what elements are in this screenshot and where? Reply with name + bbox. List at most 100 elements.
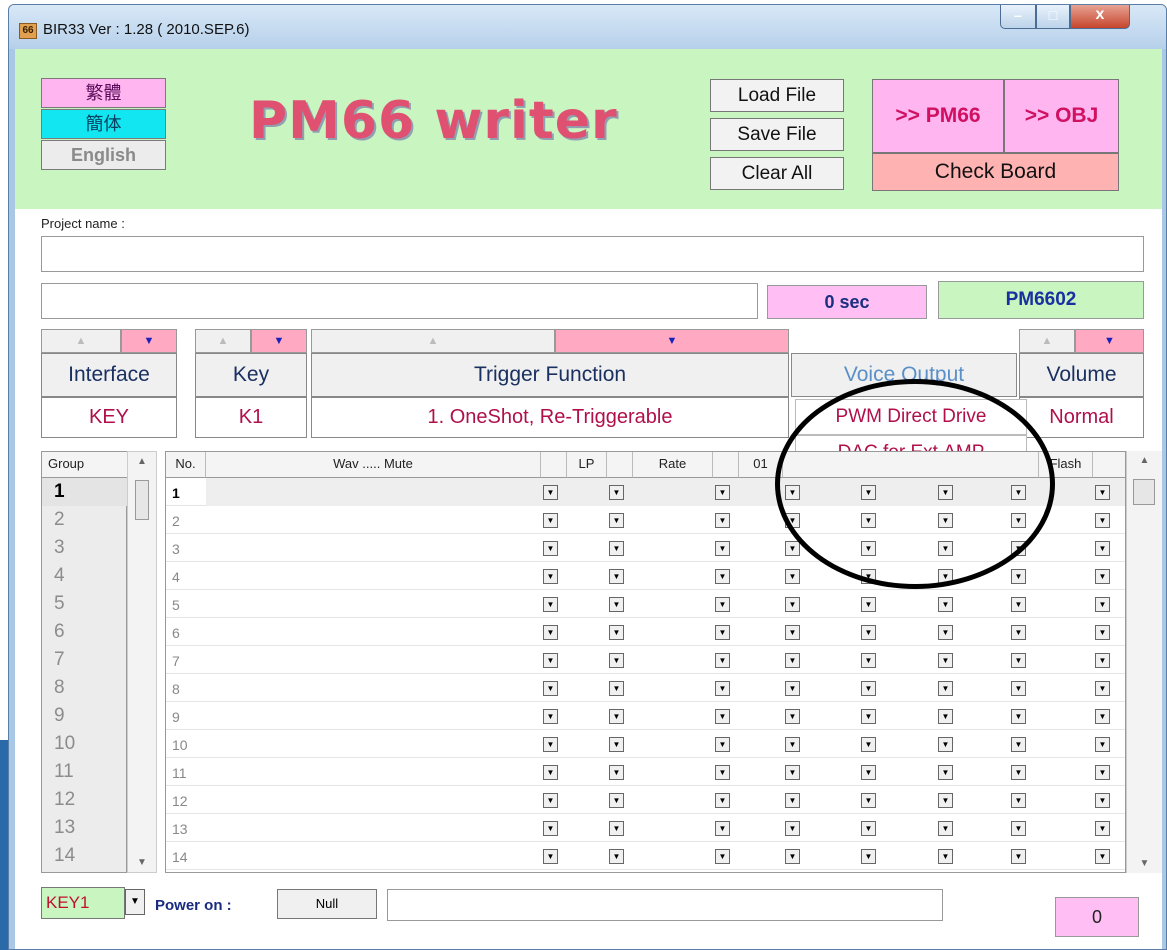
cell-dropdown-icon[interactable]: ▼ <box>1011 541 1026 556</box>
cell-dropdown-icon[interactable]: ▼ <box>1011 849 1026 864</box>
scroll-thumb[interactable] <box>1133 479 1155 505</box>
cell-dropdown-icon[interactable]: ▼ <box>715 821 730 836</box>
cell-dropdown-icon[interactable]: ▼ <box>715 709 730 724</box>
cell-dropdown-icon[interactable]: ▼ <box>543 765 558 780</box>
group-item[interactable]: 12 <box>42 786 128 814</box>
cell-dropdown-icon[interactable]: ▼ <box>861 737 876 752</box>
cell-dropdown-icon[interactable]: ▼ <box>938 569 953 584</box>
volume-up-arrow[interactable]: ▲ <box>1019 329 1075 353</box>
group-item[interactable]: 9 <box>42 702 128 730</box>
cell-dropdown-icon[interactable]: ▼ <box>938 653 953 668</box>
cell-dropdown-icon[interactable]: ▼ <box>609 569 624 584</box>
group-item[interactable]: 3 <box>42 534 128 562</box>
cell-dropdown-icon[interactable]: ▼ <box>938 765 953 780</box>
cell-dropdown-icon[interactable]: ▼ <box>609 793 624 808</box>
key-select-dropdown-icon[interactable]: ▼ <box>125 889 145 915</box>
cell-dropdown-icon[interactable]: ▼ <box>1095 765 1110 780</box>
cell-dropdown-icon[interactable]: ▼ <box>1095 821 1110 836</box>
cell-dropdown-icon[interactable]: ▼ <box>1095 793 1110 808</box>
cell-dropdown-icon[interactable]: ▼ <box>861 597 876 612</box>
cell-dropdown-icon[interactable]: ▼ <box>715 569 730 584</box>
group-item[interactable]: 11 <box>42 758 128 786</box>
cell-dropdown-icon[interactable]: ▼ <box>715 681 730 696</box>
cell-dropdown-icon[interactable]: ▼ <box>1095 541 1110 556</box>
voice-option-pwm[interactable]: PWM Direct Drive <box>795 399 1027 435</box>
cell-dropdown-icon[interactable]: ▼ <box>861 569 876 584</box>
cell-dropdown-icon[interactable]: ▼ <box>861 541 876 556</box>
cell-dropdown-icon[interactable]: ▼ <box>543 681 558 696</box>
cell-dropdown-icon[interactable]: ▼ <box>785 653 800 668</box>
cell-dropdown-icon[interactable]: ▼ <box>785 569 800 584</box>
cell-dropdown-icon[interactable]: ▼ <box>861 653 876 668</box>
group-scrollbar[interactable]: ▲ ▼ <box>127 451 157 873</box>
cell-dropdown-icon[interactable]: ▼ <box>785 709 800 724</box>
cell-dropdown-icon[interactable]: ▼ <box>1011 765 1026 780</box>
cell-dropdown-icon[interactable]: ▼ <box>715 597 730 612</box>
cell-dropdown-icon[interactable]: ▼ <box>543 541 558 556</box>
cell-dropdown-icon[interactable]: ▼ <box>861 765 876 780</box>
group-item[interactable]: 14 <box>42 842 128 870</box>
scroll-up-icon[interactable]: ▲ <box>1127 455 1162 466</box>
cell-dropdown-icon[interactable]: ▼ <box>543 485 558 500</box>
cell-dropdown-icon[interactable]: ▼ <box>609 849 624 864</box>
cell-dropdown-icon[interactable]: ▼ <box>1095 597 1110 612</box>
cell-dropdown-icon[interactable]: ▼ <box>861 709 876 724</box>
table-row[interactable]: 10 ▼ ▼ ▼ ▼ ▼ ▼ ▼ ▼ <box>166 730 1125 758</box>
cell-dropdown-icon[interactable]: ▼ <box>1011 793 1026 808</box>
cell-dropdown-icon[interactable]: ▼ <box>609 597 624 612</box>
scroll-thumb[interactable] <box>135 480 149 520</box>
group-item[interactable]: 10 <box>42 730 128 758</box>
cell-dropdown-icon[interactable]: ▼ <box>1095 569 1110 584</box>
table-row[interactable]: 9 ▼ ▼ ▼ ▼ ▼ ▼ ▼ ▼ <box>166 702 1125 730</box>
cell-dropdown-icon[interactable]: ▼ <box>1011 597 1026 612</box>
maximize-button[interactable]: □ <box>1036 5 1070 29</box>
cell-dropdown-icon[interactable]: ▼ <box>543 737 558 752</box>
volume-down-arrow[interactable]: ▼ <box>1075 329 1144 353</box>
cell-dropdown-icon[interactable]: ▼ <box>543 849 558 864</box>
cell-dropdown-icon[interactable]: ▼ <box>609 681 624 696</box>
group-item[interactable]: 13 <box>42 814 128 842</box>
cell-dropdown-icon[interactable]: ▼ <box>1011 569 1026 584</box>
cell-dropdown-icon[interactable]: ▼ <box>1011 485 1026 500</box>
cell-dropdown-icon[interactable]: ▼ <box>938 793 953 808</box>
interface-up-arrow[interactable]: ▲ <box>41 329 121 353</box>
write-obj-button[interactable]: >> OBJ <box>1004 79 1119 153</box>
cell-dropdown-icon[interactable]: ▼ <box>609 653 624 668</box>
cell-dropdown-icon[interactable]: ▼ <box>543 569 558 584</box>
check-board-button[interactable]: Check Board <box>872 153 1119 191</box>
cell-dropdown-icon[interactable]: ▼ <box>715 485 730 500</box>
cell-dropdown-icon[interactable]: ▼ <box>543 625 558 640</box>
table-row[interactable]: 1 ▼ ▼ ▼ ▼ ▼ ▼ ▼ ▼ <box>166 478 1125 506</box>
load-file-button[interactable]: Load File <box>710 79 844 112</box>
cell-dropdown-icon[interactable]: ▼ <box>785 821 800 836</box>
cell-dropdown-icon[interactable]: ▼ <box>609 821 624 836</box>
cell-dropdown-icon[interactable]: ▼ <box>785 849 800 864</box>
group-item[interactable]: 1 <box>42 478 128 506</box>
cell-dropdown-icon[interactable]: ▼ <box>543 709 558 724</box>
lang-simplified-button[interactable]: 簡体 <box>41 109 166 139</box>
table-row[interactable]: 4 ▼ ▼ ▼ ▼ ▼ ▼ ▼ ▼ <box>166 562 1125 590</box>
interface-value[interactable]: KEY <box>41 397 177 438</box>
cell-dropdown-icon[interactable]: ▼ <box>609 541 624 556</box>
table-row[interactable]: 7 ▼ ▼ ▼ ▼ ▼ ▼ ▼ ▼ <box>166 646 1125 674</box>
interface-down-arrow[interactable]: ▼ <box>121 329 177 353</box>
cell-dropdown-icon[interactable]: ▼ <box>785 625 800 640</box>
volume-value[interactable]: Normal <box>1019 397 1144 438</box>
cell-dropdown-icon[interactable]: ▼ <box>938 513 953 528</box>
project-name-input[interactable] <box>41 236 1144 272</box>
table-row[interactable]: 11 ▼ ▼ ▼ ▼ ▼ ▼ ▼ ▼ <box>166 758 1125 786</box>
table-row[interactable]: 2 ▼ ▼ ▼ ▼ ▼ ▼ ▼ ▼ <box>166 506 1125 534</box>
cell-dropdown-icon[interactable]: ▼ <box>861 513 876 528</box>
table-row[interactable]: 14 ▼ ▼ ▼ ▼ ▼ ▼ ▼ ▼ <box>166 842 1125 870</box>
cell-dropdown-icon[interactable]: ▼ <box>543 597 558 612</box>
table-row[interactable]: 13 ▼ ▼ ▼ ▼ ▼ ▼ ▼ ▼ <box>166 814 1125 842</box>
cell-dropdown-icon[interactable]: ▼ <box>1095 653 1110 668</box>
cell-dropdown-icon[interactable]: ▼ <box>715 653 730 668</box>
cell-dropdown-icon[interactable]: ▼ <box>861 681 876 696</box>
table-row[interactable]: 5 ▼ ▼ ▼ ▼ ▼ ▼ ▼ ▼ <box>166 590 1125 618</box>
cell-dropdown-icon[interactable]: ▼ <box>785 765 800 780</box>
key-down-arrow[interactable]: ▼ <box>251 329 307 353</box>
table-row[interactable]: 8 ▼ ▼ ▼ ▼ ▼ ▼ ▼ ▼ <box>166 674 1125 702</box>
cell-dropdown-icon[interactable]: ▼ <box>609 485 624 500</box>
save-file-button[interactable]: Save File <box>710 118 844 151</box>
